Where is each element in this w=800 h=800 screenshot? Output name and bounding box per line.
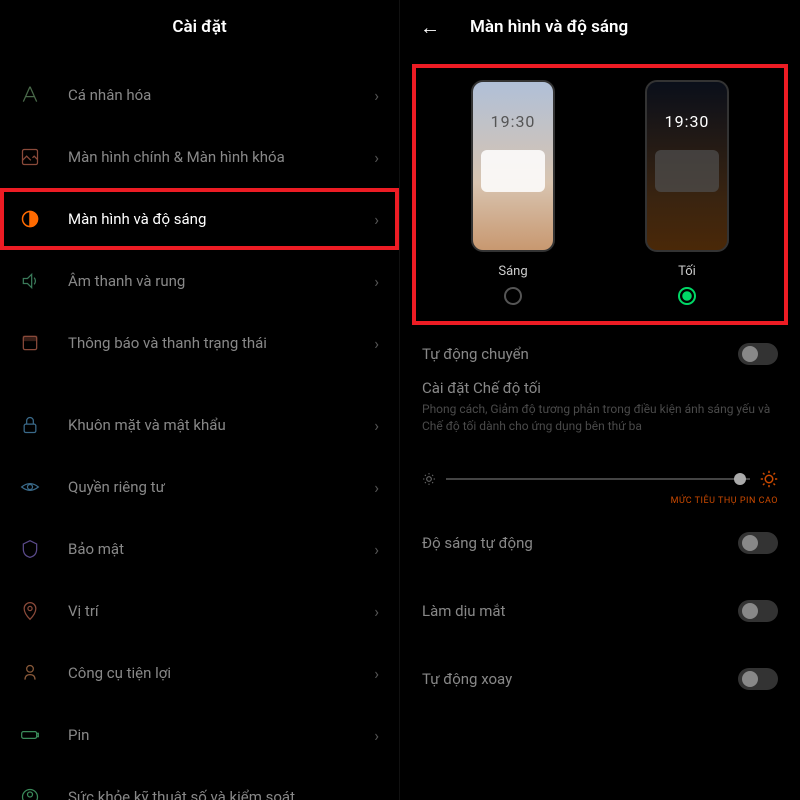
lock-icon <box>20 415 40 435</box>
theme-option-light[interactable]: 19:30 Sáng <box>471 80 555 305</box>
brightness-icon <box>20 209 40 229</box>
toggle-auto-brightness[interactable] <box>738 532 778 554</box>
brightness-slider-row <box>400 450 800 492</box>
battery-icon <box>20 725 40 745</box>
item-label: Màn hình và độ sáng <box>68 210 374 228</box>
item-label: Thông báo và thanh trạng thái <box>68 334 374 352</box>
phone-preview-dark: 19:30 <box>645 80 729 252</box>
chevron-right-icon: › <box>374 210 379 229</box>
toggle-auto-rotate[interactable] <box>738 668 778 690</box>
preview-card <box>655 150 719 192</box>
settings-item-location[interactable]: Vị trí › <box>0 580 399 642</box>
settings-item-face-password[interactable]: Khuôn mặt và mật khẩu › <box>0 394 399 456</box>
display-panel: ← Màn hình và độ sáng 19:30 Sáng 19:30 T… <box>400 0 800 800</box>
dark-settings-title: Cài đặt Chế độ tối <box>422 379 778 397</box>
settings-item-sound[interactable]: Âm thanh và rung › <box>0 250 399 312</box>
settings-header: Cài đặt <box>0 0 399 54</box>
item-label: Quyền riêng tư <box>68 478 374 496</box>
theme-label-dark: Tối <box>678 264 696 279</box>
row-dark-settings[interactable]: Cài đặt Chế độ tối Phong cách, Giảm độ t… <box>400 379 800 450</box>
phone-preview-light: 19:30 <box>471 80 555 252</box>
item-label: Pin <box>68 726 374 744</box>
settings-item-personalize[interactable]: Cá nhân hóa › <box>0 64 399 126</box>
settings-panel: Cài đặt Cá nhân hóa › Màn hình chính & M… <box>0 0 400 800</box>
settings-item-battery[interactable]: Pin › <box>0 704 399 766</box>
divider <box>0 374 399 394</box>
wellbeing-icon <box>20 787 40 800</box>
chevron-right-icon: › <box>374 272 379 291</box>
chevron-right-icon: › <box>374 86 379 105</box>
settings-item-tools[interactable]: Công cụ tiện lợi › <box>0 642 399 704</box>
chevron-right-icon: › <box>374 478 379 497</box>
radio-light[interactable] <box>504 287 522 305</box>
settings-item-home-lock[interactable]: Màn hình chính & Màn hình khóa › <box>0 126 399 188</box>
item-label: Công cụ tiện lợi <box>68 664 374 682</box>
settings-item-security[interactable]: Bảo mật › <box>0 518 399 580</box>
preview-time: 19:30 <box>473 112 553 131</box>
row-eye-comfort[interactable]: Làm dịu mắt <box>400 586 800 636</box>
sound-icon <box>20 271 40 291</box>
battery-warning: MỨC TIÊU THỤ PIN CAO <box>400 492 800 518</box>
sun-large-icon <box>760 470 778 488</box>
chevron-right-icon: › <box>374 148 379 167</box>
item-label: Màn hình chính & Màn hình khóa <box>68 148 374 166</box>
brightness-slider[interactable] <box>446 478 750 480</box>
display-header: ← Màn hình và độ sáng <box>400 0 800 54</box>
item-label: Khuôn mặt và mật khẩu <box>68 416 374 434</box>
settings-item-wellbeing[interactable]: Sức khỏe kỹ thuật số và kiểm soát <box>0 766 399 800</box>
chevron-right-icon: › <box>374 416 379 435</box>
row-label: Làm dịu mắt <box>422 602 738 620</box>
row-auto-brightness[interactable]: Độ sáng tự động <box>400 518 800 568</box>
personalize-icon <box>20 85 40 105</box>
row-label: Độ sáng tự động <box>422 534 738 552</box>
settings-item-notification[interactable]: Thông báo và thanh trạng thái › <box>0 312 399 374</box>
settings-item-privacy[interactable]: Quyền riêng tư › <box>0 456 399 518</box>
chevron-right-icon: › <box>374 540 379 559</box>
item-label: Âm thanh và rung <box>68 272 374 290</box>
toggle-eye-comfort[interactable] <box>738 600 778 622</box>
row-label: Tự động chuyển <box>422 345 738 363</box>
privacy-icon <box>20 477 40 497</box>
item-label: Cá nhân hóa <box>68 86 374 104</box>
chevron-right-icon: › <box>374 334 379 353</box>
preview-card <box>481 150 545 192</box>
settings-title: Cài đặt <box>172 17 226 37</box>
tools-icon <box>20 663 40 683</box>
theme-label-light: Sáng <box>498 264 527 279</box>
chevron-right-icon: › <box>374 726 379 745</box>
row-auto-rotate[interactable]: Tự động xoay <box>400 654 800 704</box>
preview-time: 19:30 <box>647 112 727 131</box>
slider-thumb[interactable] <box>734 473 746 485</box>
settings-item-display[interactable]: Màn hình và độ sáng › <box>0 188 399 250</box>
dark-settings-desc: Phong cách, Giảm độ tương phản trong điề… <box>422 401 778 436</box>
notification-icon <box>20 333 40 353</box>
item-label: Vị trí <box>68 602 374 620</box>
settings-list: Cá nhân hóa › Màn hình chính & Màn hình … <box>0 54 399 800</box>
theme-option-dark[interactable]: 19:30 Tối <box>645 80 729 305</box>
row-auto-switch[interactable]: Tự động chuyển <box>400 329 800 379</box>
back-arrow-icon[interactable]: ← <box>420 15 440 40</box>
row-label: Tự động xoay <box>422 670 738 688</box>
item-label: Bảo mật <box>68 540 374 558</box>
shield-icon <box>20 539 40 559</box>
chevron-right-icon: › <box>374 602 379 621</box>
theme-selector: 19:30 Sáng 19:30 Tối <box>416 68 784 321</box>
chevron-right-icon: › <box>374 664 379 683</box>
location-icon <box>20 601 40 621</box>
display-title: Màn hình và độ sáng <box>470 17 628 37</box>
item-label: Sức khỏe kỹ thuật số và kiểm soát <box>68 788 379 800</box>
sun-small-icon <box>422 472 436 486</box>
toggle-auto-switch[interactable] <box>738 343 778 365</box>
radio-dark[interactable] <box>678 287 696 305</box>
wallpaper-icon <box>20 147 40 167</box>
